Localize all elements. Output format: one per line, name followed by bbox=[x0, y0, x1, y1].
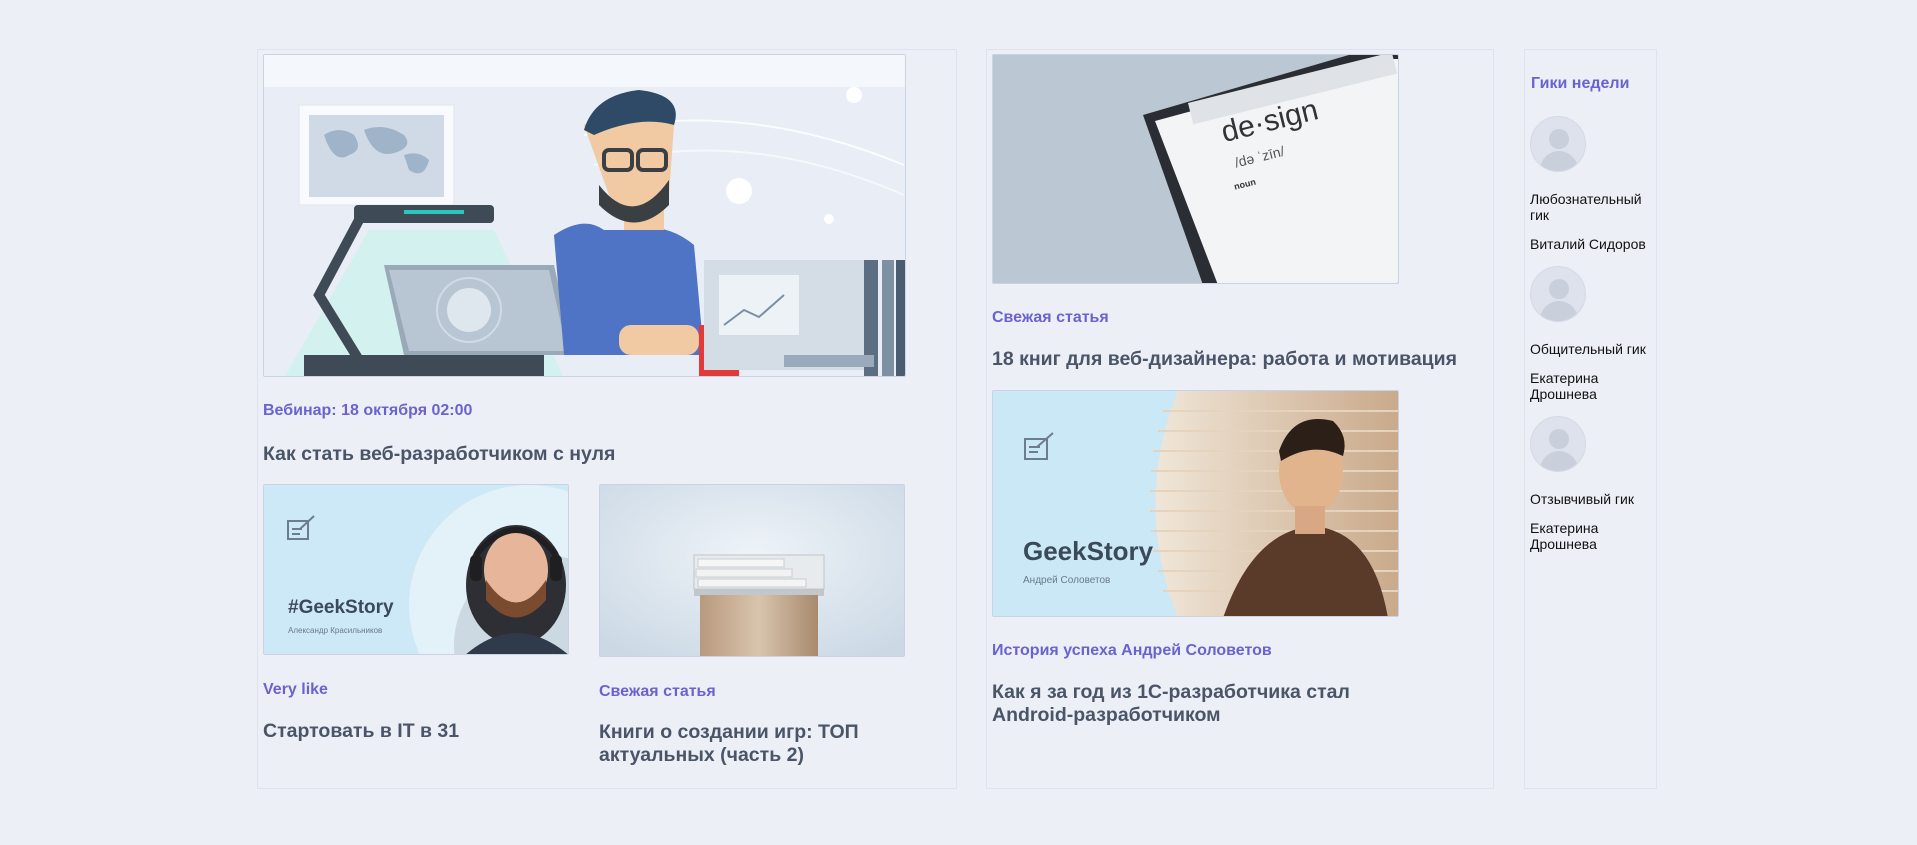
sidebar-title: Гики недели bbox=[1531, 75, 1630, 92]
geek-item[interactable]: Общительный гик Екатерина Дрошнева bbox=[1530, 266, 1650, 402]
story-brand: GeekStory bbox=[1023, 536, 1154, 566]
main-feed-column: Вебинар: 18 октября 02:00 Как стать веб-… bbox=[257, 49, 957, 789]
avatar[interactable] bbox=[1530, 416, 1586, 472]
geek-kind: Общительный гик bbox=[1530, 341, 1646, 357]
story-tag[interactable]: История успеха Андрей Соловетов bbox=[992, 642, 1272, 660]
geek-name[interactable]: Виталий Сидоров bbox=[1530, 236, 1655, 252]
pen-document-icon bbox=[1024, 432, 1054, 460]
pen-document-icon bbox=[287, 515, 315, 540]
card-a-tag[interactable]: Very like bbox=[263, 681, 328, 699]
card-a-title[interactable]: Стартовать в IT в 31 bbox=[263, 720, 563, 743]
story-author: Андрей Соловетов bbox=[1023, 575, 1111, 586]
phone-design-photo bbox=[993, 55, 1398, 283]
geek-name[interactable]: Екатерина Дрошнева bbox=[1530, 520, 1655, 552]
geek-item[interactable]: Отзывчивый гик Екатерина Дрошнева bbox=[1530, 416, 1650, 552]
hero-tag[interactable]: Вебинар: 18 октября 02:00 bbox=[263, 402, 472, 420]
geeks-of-week-sidebar: Гики недели Любознательный гик Виталий С… bbox=[1524, 49, 1657, 789]
secondary-feed-column: de·sign /də ˈzīn/ noun Свежая статья 18 … bbox=[986, 49, 1494, 789]
geek-kind: Отзывчивый гик bbox=[1530, 491, 1634, 507]
design-title[interactable]: 18 книг для веб-дизайнера: работа и моти… bbox=[992, 348, 1482, 371]
card-books-image[interactable] bbox=[599, 484, 905, 657]
developer-illustration bbox=[264, 55, 905, 376]
avatar[interactable] bbox=[1530, 266, 1586, 322]
card-b-tag[interactable]: Свежая статья bbox=[599, 683, 716, 701]
hero-webinar-image[interactable] bbox=[263, 54, 906, 377]
card-b-title[interactable]: Книги о создании игр: ТОП актуальных (ча… bbox=[599, 721, 879, 767]
hero-title[interactable]: Как стать веб-разработчиком с нуля bbox=[263, 443, 903, 466]
geek-name[interactable]: Екатерина Дрошнева bbox=[1530, 370, 1655, 402]
geekstory-author: Александр Красильников bbox=[288, 626, 383, 635]
card-story-image[interactable]: GeekStory Андрей Соловетов bbox=[992, 390, 1399, 617]
geek-kind: Любознательный гик bbox=[1530, 191, 1642, 223]
card-geekstory-image[interactable]: #GeekStory Александр Красильников bbox=[263, 484, 569, 655]
card-design-image[interactable]: de·sign /də ˈzīn/ noun bbox=[992, 54, 1399, 284]
books-on-stump-photo bbox=[600, 485, 904, 656]
geekstory-brand: #GeekStory bbox=[288, 597, 394, 618]
story-title[interactable]: Как я за год из 1С-разработчика стал And… bbox=[992, 681, 1432, 727]
design-tag[interactable]: Свежая статья bbox=[992, 309, 1109, 327]
avatar[interactable] bbox=[1530, 116, 1586, 172]
geek-item[interactable]: Любознательный гик Виталий Сидоров bbox=[1530, 116, 1650, 252]
